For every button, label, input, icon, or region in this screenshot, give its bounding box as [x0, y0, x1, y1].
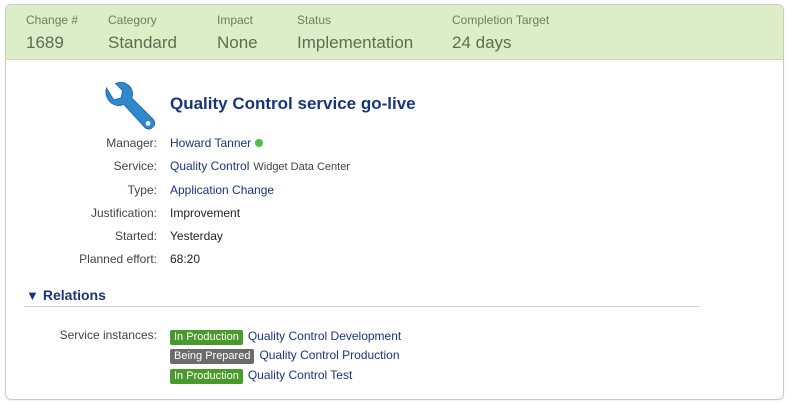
change-card: Change # 1689 Category Standard Impact N… [5, 4, 784, 400]
completion-target-label: Completion Target [452, 13, 550, 27]
type-label: Type: [127, 183, 157, 197]
completion-target-col: Completion Target 24 days [452, 13, 549, 54]
triangle-down-icon: ▼ [26, 288, 39, 303]
service-instance-link[interactable]: Quality Control Development [248, 329, 401, 343]
summary-bar: Change # 1689 Category Standard Impact N… [6, 5, 783, 60]
wrench-icon [105, 81, 156, 130]
planned-effort-field: Planned effort: 68:20 [6, 250, 783, 268]
type-link[interactable]: Application Change [170, 183, 274, 197]
status-value: Implementation [297, 33, 414, 52]
category-value: Standard [108, 33, 177, 52]
status-badge: In Production [170, 330, 243, 345]
started-label: Started: [114, 229, 157, 243]
category-label: Category [108, 13, 157, 27]
planned-effort-value: 68:20 [170, 252, 201, 266]
impact-label: Impact [217, 13, 254, 27]
category-col: Category Standard [108, 13, 177, 54]
page-title: Quality Control service go-live [170, 94, 416, 113]
online-status-icon [255, 139, 264, 147]
status-col: Status Implementation [297, 13, 413, 54]
service-instance-link[interactable]: Quality Control Test [248, 368, 353, 382]
service-provider: Widget Data Center [253, 161, 350, 173]
status-label: Status [297, 13, 332, 27]
justification-field: Justification: Improvement [6, 204, 783, 222]
justification-value: Improvement [170, 206, 241, 220]
relations-toggle[interactable]: ▼ Relations [26, 287, 106, 303]
service-label: Service: [113, 159, 157, 173]
service-instances-label: Service instances: [59, 328, 157, 342]
started-value: Yesterday [170, 229, 223, 243]
service-instance-row: In Production Quality Control Development [170, 328, 401, 345]
service-field: Service: Quality Control Widget Data Cent… [6, 157, 783, 175]
status-badge: In Production [170, 369, 243, 384]
section-divider [24, 306, 700, 307]
relations-title: Relations [42, 287, 106, 303]
planned-effort-label: Planned effort: [79, 252, 157, 266]
justification-label: Justification: [90, 206, 157, 220]
impact-value: None [217, 33, 258, 52]
type-field: Type: Application Change [6, 181, 783, 199]
manager-field: Manager: Howard Tanner [6, 134, 783, 152]
manager-link[interactable]: Howard Tanner [170, 136, 251, 150]
service-link[interactable]: Quality Control [170, 159, 249, 173]
change-number-label: Change # [26, 13, 79, 27]
completion-target-value: 24 days [452, 33, 512, 52]
change-number-col: Change # 1689 [26, 13, 78, 54]
started-field: Started: Yesterday [6, 227, 783, 245]
change-number-value: 1689 [26, 33, 64, 52]
status-badge: Being Prepared [170, 349, 255, 364]
impact-col: Impact None [217, 13, 258, 54]
service-instance-link[interactable]: Quality Control Production [259, 348, 399, 362]
service-instance-row: In Production Quality Control Test [170, 367, 353, 384]
manager-label: Manager: [106, 136, 157, 150]
service-instance-row: Being Prepared Quality Control Production [170, 347, 400, 364]
